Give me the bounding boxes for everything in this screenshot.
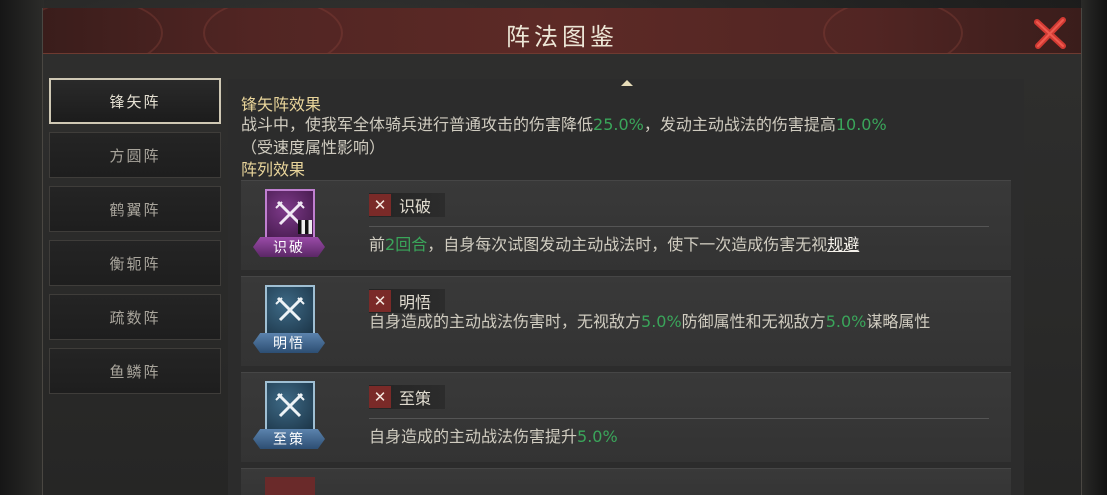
effect-name: 识破 (399, 197, 432, 216)
formation-catalog-panel: 阵法图鉴 锋矢阵 方圆阵 鹤翼阵 衡轭阵 疏数阵 鱼鳞阵 锋矢阵效果 战斗中，使… (42, 8, 1082, 495)
divider (369, 226, 989, 227)
desc-part: ，自身每次试图发动主动战法时，使下一次造成伤害无视 (427, 235, 828, 254)
skill-icon: 至策 (253, 381, 325, 457)
divider (369, 418, 989, 419)
effect-desc: 自身造成的主动战法伤害提升5.0% (369, 425, 999, 448)
effect-card-mingwu: 明悟 ✕ 明悟 自身造成的主动战法伤害时，无视敌方5.0%防御属性和无视敌方5.… (241, 276, 1011, 366)
tab-fangyuan[interactable]: 方圆阵 (49, 132, 221, 178)
skill-icon: 明悟 (253, 285, 325, 361)
crossed-swords-icon (265, 189, 315, 239)
desc-value: 5.0% (577, 427, 618, 446)
effect-note: （受速度属性影响） (241, 138, 386, 157)
keyword-link[interactable]: 规避 (827, 235, 859, 254)
page-title: 阵法图鉴 (506, 23, 618, 51)
desc-part: 谋略属性 (866, 312, 931, 331)
cross-icon: ✕ (369, 386, 391, 408)
close-icon (1034, 17, 1066, 49)
tab-henge[interactable]: 衡轭阵 (49, 240, 221, 286)
tab-yulin[interactable]: 鱼鳞阵 (49, 348, 221, 394)
cross-icon: ✕ (369, 194, 391, 216)
cross-icon: ✕ (369, 290, 391, 312)
formation-tabs: 锋矢阵 方圆阵 鹤翼阵 衡轭阵 疏数阵 鱼鳞阵 (49, 78, 223, 402)
effect-tag: ✕ 至策 (369, 385, 445, 409)
desc-part: 自身造成的主动战法伤害时，无视敌方 (369, 312, 642, 331)
effect-value: 10.0% (835, 115, 887, 134)
effect-desc: 自身造成的主动战法伤害时，无视敌方5.0%防御属性和无视敌方5.0%谋略属性 (369, 310, 999, 333)
skill-icon (265, 477, 315, 495)
desc-part: 前 (369, 235, 386, 254)
effect-title: 锋矢阵效果 (241, 95, 322, 114)
desc-value: 2回合 (385, 235, 428, 254)
tab-heyi[interactable]: 鹤翼阵 (49, 186, 221, 232)
effect-text-part: 战斗中，使我军全体骑兵进行普通攻击的伤害降低 (241, 115, 594, 134)
background-right (1081, 0, 1107, 495)
effect-value: 25.0% (593, 115, 644, 134)
effect-card-zhice: 至策 ✕ 至策 自身造成的主动战法伤害提升5.0% (241, 372, 1011, 462)
effect-name: 至策 (399, 389, 432, 408)
formation-detail[interactable]: 锋矢阵效果 战斗中，使我军全体骑兵进行普通攻击的伤害降低25.0%，发动主动战法… (228, 79, 1024, 495)
desc-part: 自身造成的主动战法伤害提升 (369, 427, 578, 446)
crossed-swords-icon (265, 285, 315, 335)
icon-label: 至策 (253, 429, 325, 449)
effect-card-shipo: 识破 ✕ 识破 前2回合，自身每次试图发动主动战法时，使下一次造成伤害无视规避 (241, 180, 1011, 270)
effect-description: 战斗中，使我军全体骑兵进行普通攻击的伤害降低25.0%，发动主动战法的伤害提高1… (241, 113, 1001, 159)
effect-card-next (241, 468, 1011, 495)
effect-desc: 前2回合，自身每次试图发动主动战法时，使下一次造成伤害无视规避 (369, 233, 999, 256)
effect-text-part: ，发动主动战法的伤害提高 (643, 115, 836, 134)
crossed-swords-icon (265, 381, 315, 431)
effect-tag: ✕ 识破 (369, 193, 445, 217)
desc-value: 5.0% (825, 312, 867, 331)
icon-label: 明悟 (253, 333, 325, 353)
desc-value: 5.0% (641, 312, 682, 331)
skill-icon: 识破 (253, 189, 325, 265)
title-bar: 阵法图鉴 (43, 8, 1081, 54)
close-button[interactable] (1033, 16, 1067, 50)
icon-label: 识破 (253, 237, 325, 257)
desc-part: 防御属性和无视敌方 (681, 312, 826, 331)
scroll-up-icon (621, 80, 633, 86)
background-left (0, 0, 44, 495)
tab-fengshi[interactable]: 锋矢阵 (49, 78, 221, 124)
tab-shushu[interactable]: 疏数阵 (49, 294, 221, 340)
list-title: 阵列效果 (241, 160, 306, 179)
